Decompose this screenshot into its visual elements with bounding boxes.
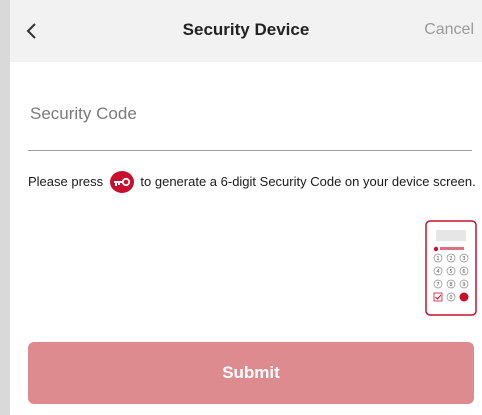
device-key-button bbox=[459, 292, 469, 302]
security-code-input[interactable] bbox=[28, 100, 476, 128]
device-key-label: 8 bbox=[449, 282, 452, 288]
device-key-label: 2 bbox=[449, 256, 452, 262]
page-title: Security Device bbox=[182, 20, 310, 39]
cancel-button[interactable]: Cancel bbox=[424, 21, 474, 39]
device-key-label: 3 bbox=[462, 256, 465, 262]
submit-button[interactable]: Submit bbox=[28, 342, 474, 404]
security-device-illustration: 1 2 3 4 5 6 7 8 9 0 bbox=[425, 220, 477, 316]
header-bar: Security Device Cancel bbox=[10, 0, 482, 62]
device-key-label: 1 bbox=[436, 256, 439, 262]
instruction-text: Please press to generate a 6-digit Secur… bbox=[28, 170, 478, 195]
device-key-label: 6 bbox=[462, 269, 465, 275]
instruction-text-after: to generate a 6-digit Security Code on y… bbox=[140, 174, 476, 189]
device-key-label: 5 bbox=[449, 269, 452, 275]
security-code-field[interactable] bbox=[28, 86, 476, 151]
device-key-label: 4 bbox=[436, 269, 439, 275]
device-key-label: 7 bbox=[436, 282, 439, 288]
device-key-label: 0 bbox=[449, 295, 452, 301]
device-key-label: 9 bbox=[462, 282, 465, 288]
security-device-screen: Security Device Cancel Please press to g… bbox=[10, 0, 482, 415]
instruction-text-before: Please press bbox=[28, 174, 104, 189]
key-icon bbox=[109, 170, 134, 193]
device-confirm-key bbox=[433, 292, 443, 302]
